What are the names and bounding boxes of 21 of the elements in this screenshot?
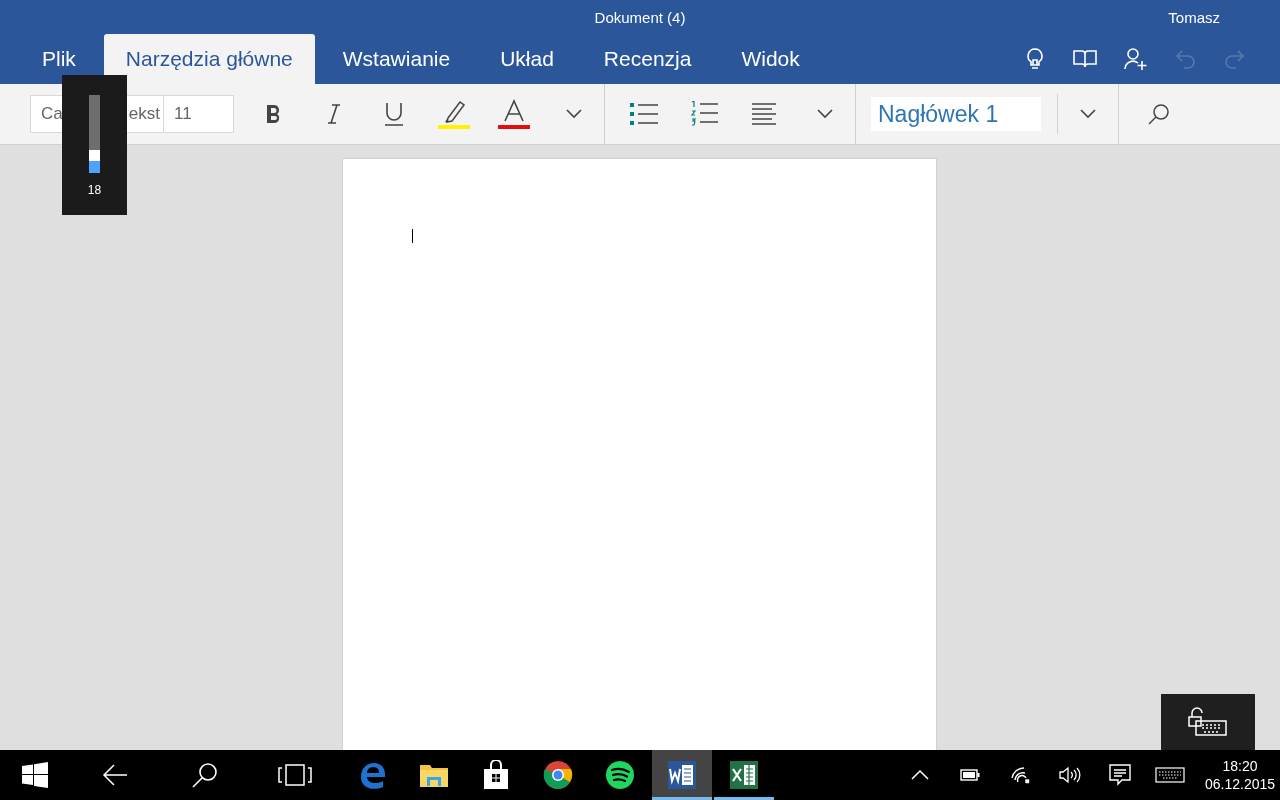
font-name-text: ekst [128,104,160,124]
word-icon[interactable] [652,750,712,800]
ribbon-tab[interactable]: Układ [478,34,576,84]
brightness-thumb[interactable] [89,150,100,162]
clock-date[interactable]: 06.12.2015 [1204,776,1276,792]
ribbon-tab[interactable]: Plik [20,34,98,84]
brightness-slider[interactable] [89,95,100,173]
add-person-icon[interactable] [1122,46,1148,72]
brightness-value: 18 [87,183,102,197]
font-size-field[interactable]: 11 [164,95,234,133]
ribbon-tab[interactable]: Narzędzia główne [103,34,315,84]
clock-time[interactable]: 18:20 [1222,758,1258,774]
window-title: Dokument (4) [594,8,686,26]
ribbon-tab[interactable]: Recenzja [581,34,714,84]
style-field[interactable]: Nagłówek 1 [871,97,1041,131]
font-name-text: Ca [41,104,63,124]
text-cursor [412,229,413,243]
keyboard-lock-icon[interactable] [1161,694,1255,750]
ribbon-tab[interactable]: Wstawianie [320,34,473,84]
user-name[interactable]: Tomasz [1168,9,1220,26]
ribbon-tab[interactable]: Widok [719,34,822,84]
